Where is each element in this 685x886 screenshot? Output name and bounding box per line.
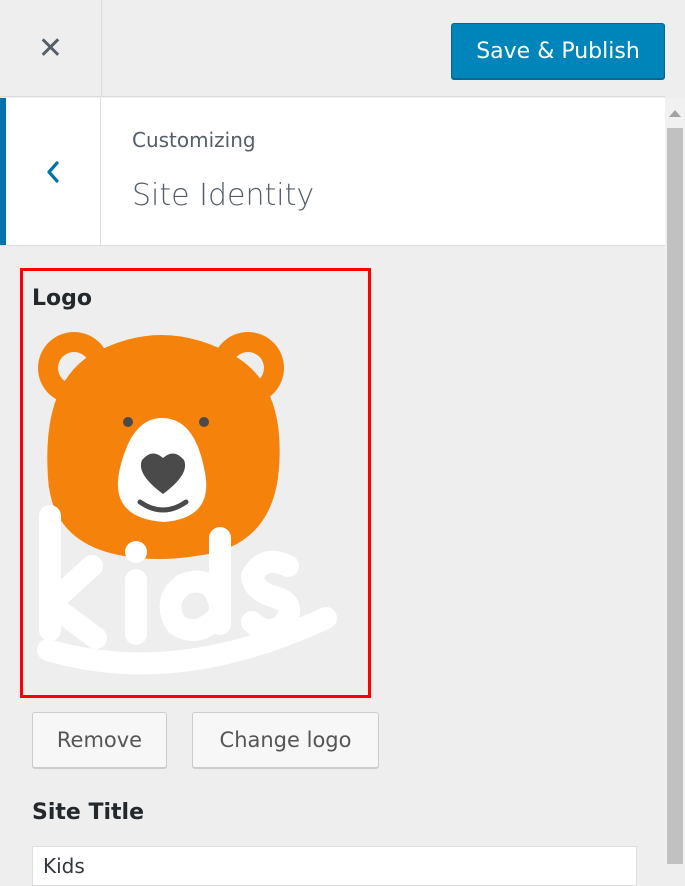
breadcrumb: Customizing bbox=[132, 128, 256, 152]
customizer-header: ✕ Save & Publish bbox=[0, 0, 665, 97]
close-icon[interactable]: ✕ bbox=[0, 0, 102, 96]
section-title: Site Identity bbox=[132, 178, 315, 213]
change-logo-button[interactable]: Change logo bbox=[192, 712, 379, 768]
section-header: Customizing Site Identity bbox=[0, 98, 665, 246]
scroll-up-icon[interactable] bbox=[669, 110, 681, 117]
remove-logo-button[interactable]: Remove bbox=[32, 712, 167, 768]
logo-highlight-box bbox=[20, 268, 371, 698]
scrollbar[interactable] bbox=[665, 98, 685, 864]
scrollbar-thumb[interactable] bbox=[667, 128, 683, 864]
site-title-input[interactable] bbox=[32, 846, 637, 886]
site-title-label: Site Title bbox=[32, 800, 145, 825]
chevron-left-icon[interactable] bbox=[0, 98, 101, 245]
save-publish-button[interactable]: Save & Publish bbox=[451, 23, 665, 79]
